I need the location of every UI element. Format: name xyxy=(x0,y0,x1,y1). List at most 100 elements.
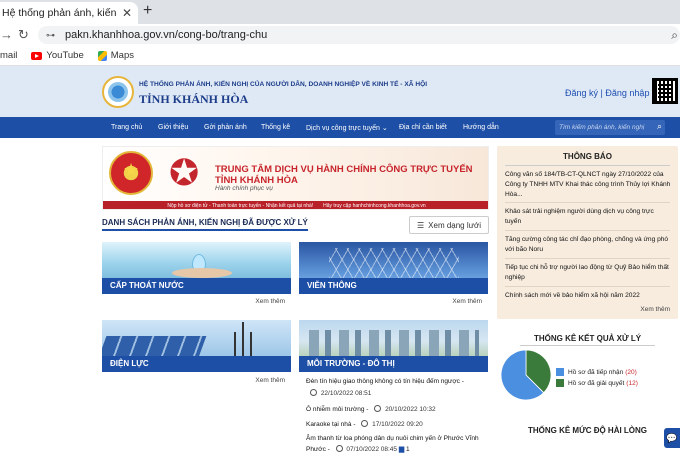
news-title: Karaoke tại nhà - xyxy=(306,421,356,428)
see-more-link[interactable]: Xem thêm xyxy=(255,377,285,384)
notice-line: với bão Noru xyxy=(505,246,544,253)
see-more-link[interactable]: Xem thêm xyxy=(452,298,482,305)
banner-title: TRUNG TÂM DỊCH VỤ HÀNH CHÍNH CÔNG TRỰC T… xyxy=(215,164,473,175)
legend-label: Hồ sơ đã giải quyết xyxy=(568,379,625,387)
comment-icon: ▆ xyxy=(398,446,405,453)
notice-line: Khảo sát trải nghiệm người dùng dịch vụ … xyxy=(505,208,654,215)
clock-icon xyxy=(374,405,382,412)
nav-submit-feedback[interactable]: Gởi phản ánh xyxy=(204,124,247,131)
star-logo-icon: ✪ xyxy=(169,152,200,193)
news-item[interactable]: Đèn tín hiệu giao thông không có tín hiệ… xyxy=(306,378,464,385)
bookmark-label: mail xyxy=(0,50,18,61)
see-more-link[interactable]: Xem thêm xyxy=(255,298,285,305)
notice-item[interactable]: Tiếp tục chi hỗ trợ người lao động từ Qu… xyxy=(505,263,675,283)
banner-strip-text: Hãy truy cập hanhchinhcong.khanhhoa.gov.… xyxy=(323,203,426,209)
notice-item[interactable]: Chính sách mới về bảo hiểm xã hội năm 20… xyxy=(505,291,675,301)
legend-item: Hồ sơ đã tiếp nhận (20) xyxy=(556,368,637,376)
category-card-water[interactable]: CẤP THOÁT NƯỚC Xem thêm xyxy=(102,242,291,308)
header-subtitle: HỆ THỐNG PHẢN ÁNH, KIẾN NGHỊ CỦA NGƯỜI D… xyxy=(139,81,428,88)
search-input[interactable] xyxy=(559,120,647,135)
banner-slogan: Hành chính phục vụ xyxy=(215,185,273,192)
notice-line: Hòa... xyxy=(505,191,523,198)
notice-line: tuyến xyxy=(505,218,522,225)
news-date: 20/10/2022 10:32 xyxy=(385,406,436,413)
legend-label: Hồ sơ đã tiếp nhận xyxy=(568,368,624,376)
notice-line: Tăng cường công tác chỉ đạo phòng, chống… xyxy=(505,236,669,243)
notice-item[interactable]: Tăng cường công tác chỉ đạo phòng, chống… xyxy=(505,235,675,255)
bookmark-label: YouTube xyxy=(46,50,84,61)
legend-count: (12) xyxy=(626,379,638,387)
maps-icon xyxy=(97,50,107,61)
results-pie-chart xyxy=(500,349,552,401)
category-card-environment[interactable]: MÔI TRƯỜNG - ĐÔ THỊ xyxy=(299,320,488,372)
news-item[interactable]: Ô nhiễm môi trường - 20/10/2022 10:32 xyxy=(306,405,436,413)
site-logo[interactable] xyxy=(102,76,134,108)
service-center-banner[interactable]: ✪ TRUNG TÂM DỊCH VỤ HÀNH CHÍNH CÔNG TRỰC… xyxy=(102,146,489,210)
clock-icon xyxy=(310,389,317,396)
bookmark-maps[interactable]: Maps xyxy=(97,50,134,61)
url-field[interactable]: ⊶ pakn.khanhhoa.gov.vn/cong-bo/trang-chu… xyxy=(38,26,680,44)
bookmark-youtube[interactable]: YouTube xyxy=(31,50,84,61)
notice-title: THÔNG BÁO xyxy=(563,152,612,161)
news-title: Âm thanh từ loa phóng dân dụ nuôi chim y… xyxy=(306,435,479,442)
zoom-icon[interactable]: ⌕ xyxy=(671,28,678,43)
register-link[interactable]: Đăng ký xyxy=(565,88,598,98)
stats-title: THỐNG KÊ KẾT QUẢ XỬ LÝ xyxy=(533,334,642,343)
address-bar-row: → ↻ ⊶ pakn.khanhhoa.gov.vn/cong-bo/trang… xyxy=(0,24,680,46)
legend-swatch xyxy=(556,368,564,376)
login-link[interactable]: Đăng nhập xyxy=(605,88,649,98)
notice-line: Tiếp tục chi hỗ trợ người lao động từ Qu… xyxy=(505,264,669,271)
notice-item[interactable]: Công văn số 184/TB-CT-QLNCT ngày 27/10/2… xyxy=(505,170,675,200)
card-label: CẤP THOÁT NƯỚC xyxy=(102,278,291,294)
nav-about[interactable]: Giới thiệu xyxy=(158,124,188,131)
reload-icon[interactable]: ↻ xyxy=(18,27,29,43)
see-more-link[interactable]: Xem thêm xyxy=(640,306,670,313)
legend-item: Hồ sơ đã giải quyết (12) xyxy=(556,379,638,387)
browser-tab[interactable]: Hệ thống phản ánh, kiến nghị củ ✕ xyxy=(0,2,138,24)
legend-swatch xyxy=(556,379,564,387)
nav-home[interactable]: Trang chủ xyxy=(111,124,142,131)
qr-code xyxy=(652,78,678,104)
news-date-row: 22/10/2022 08:51 xyxy=(306,389,371,397)
category-card-power[interactable]: ĐIỆN LỰC Xem thêm xyxy=(102,320,291,390)
nav-online-services[interactable]: Dịch vụ công trực tuyến ⌄ xyxy=(306,124,388,132)
banner-strip-text: Nộp hồ sơ điện tử - Thanh toán trực tuyế… xyxy=(167,203,314,209)
auth-links: Đăng ký | Đăng nhập xyxy=(565,88,649,98)
new-tab-icon[interactable]: + xyxy=(143,2,152,20)
notice-item[interactable]: Khảo sát trải nghiệm người dùng dịch vụ … xyxy=(505,207,675,227)
browser-tab-strip: Hệ thống phản ánh, kiến nghị củ ✕ + xyxy=(0,0,680,24)
news-date: 17/10/2022 09:20 xyxy=(372,421,423,428)
bookmark-label: Maps xyxy=(110,50,134,61)
tab-title: Hệ thống phản ánh, kiến nghị củ xyxy=(2,7,118,19)
legend-count: (20) xyxy=(625,368,637,376)
news-item[interactable]: Âm thanh từ loa phóng dân dụ nuôi chim y… xyxy=(306,435,479,442)
news-item[interactable]: Karaoke tại nhà - 17/10/2022 09:20 xyxy=(306,420,423,428)
bookmarks-bar: mail YouTube Maps xyxy=(0,46,680,66)
satisfaction-title: THỐNG KÊ MỨC ĐỘ HÀI LÒNG xyxy=(527,426,648,435)
news-title: Phước - xyxy=(306,446,330,453)
grid-view-button[interactable]: ☰ Xem dạng lưới xyxy=(409,216,489,234)
card-label: MÔI TRƯỜNG - ĐÔ THỊ xyxy=(299,356,488,372)
comment-count: 1 xyxy=(406,446,410,453)
notice-panel: THÔNG BÁO Công văn số 184/TB-CT-QLNCT ng… xyxy=(497,146,678,319)
url-text: pakn.khanhhoa.gov.vn/cong-bo/trang-chu xyxy=(65,29,268,41)
search-icon[interactable]: ⌕ xyxy=(657,121,662,132)
national-emblem-icon xyxy=(109,151,153,195)
category-card-telecom[interactable]: VIỄN THÔNG Xem thêm xyxy=(299,242,488,308)
news-date: 22/10/2022 08:51 xyxy=(320,390,372,397)
back-arrow-icon[interactable]: → xyxy=(0,27,13,42)
nav-addresses[interactable]: Địa chỉ cần biết xyxy=(399,124,447,131)
news-item[interactable]: Phước - 07/10/2022 08:45 ▆ 1 xyxy=(306,445,410,453)
nav-guide[interactable]: Hướng dẫn xyxy=(463,124,499,131)
site-info-icon[interactable]: ⊶ xyxy=(46,30,55,41)
site-header: HỆ THỐNG PHẢN ÁNH, KIẾN NGHỊ CỦA NGƯỜI D… xyxy=(0,66,680,117)
main-nav: Trang chủ Giới thiệu Gởi phản ánh Thống … xyxy=(0,117,680,138)
close-tab-icon[interactable]: ✕ xyxy=(122,6,132,20)
card-label: ĐIỆN LỰC xyxy=(102,356,291,372)
chat-icon[interactable]: 💬 xyxy=(664,428,680,448)
section-title: DANH SÁCH PHẢN ÁNH, KIẾN NGHỊ ĐÃ ĐƯỢC XỬ… xyxy=(102,218,308,231)
nav-statistics[interactable]: Thống kê xyxy=(261,124,290,131)
list-icon: ☰ xyxy=(416,220,425,230)
bookmark-mail[interactable]: mail xyxy=(0,50,17,61)
auth-separator: | xyxy=(600,88,603,98)
